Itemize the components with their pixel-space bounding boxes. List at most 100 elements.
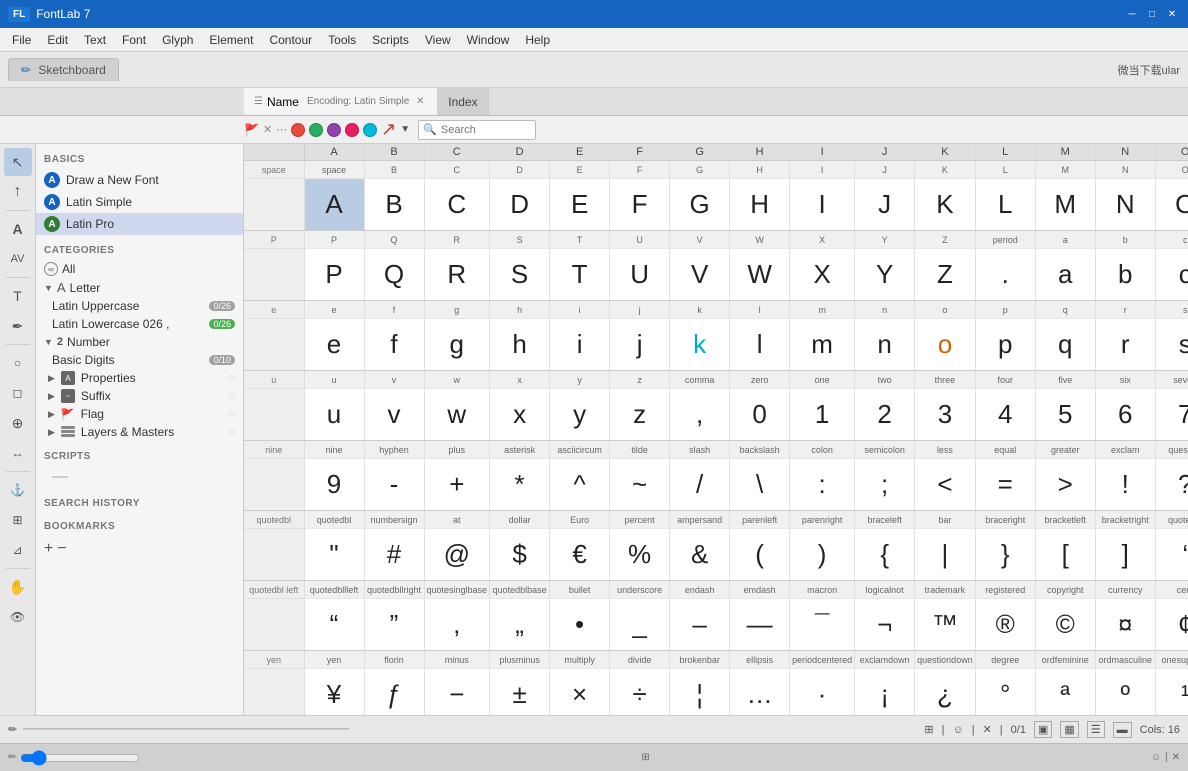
glyph-char-cell-5-9[interactable]: { [855,529,915,581]
glyph-char-cell-3-6[interactable]: , [670,389,730,441]
scroll-slider[interactable] [20,754,140,762]
glyph-char-cell-3-13[interactable]: 6 [1095,389,1155,441]
glyph-char-cell-1-4[interactable]: T [550,249,610,301]
glyph-char-cell-3-0[interactable]: u [304,389,364,441]
glyph-char-cell-1-3[interactable]: S [490,249,550,301]
glyph-char-cell-3-3[interactable]: x [490,389,550,441]
color-arrow-icon[interactable]: ↗ [381,119,396,140]
glyph-char-cell-4-6[interactable]: / [670,459,730,511]
glyph-char-cell-6-5[interactable]: _ [610,599,670,651]
glyph-char-cell-1-11[interactable]: . [975,249,1035,301]
glyph-char-cell-6-1[interactable]: ” [364,599,424,651]
glyph-char-cell-7-14[interactable]: ¹ [1155,669,1188,716]
glyph-char-cell-7-11[interactable]: ° [975,669,1035,716]
glyph-char-cell-1-13[interactable]: b [1095,249,1155,301]
sidebar-add-button[interactable]: + [44,540,53,558]
glyph-char-cell-5-10[interactable]: | [915,529,976,581]
glyph-char-cell-3-8[interactable]: 1 [790,389,855,441]
glyph-char-cell-7-13[interactable]: º [1095,669,1155,716]
tab-name-close[interactable]: ✕ [413,95,427,109]
glyph-char-cell-5-3[interactable]: $ [490,529,550,581]
glyph-char-cell-3-12[interactable]: 5 [1035,389,1095,441]
minimize-button[interactable]: ─ [1124,6,1140,22]
glyph-char-cell-5-6[interactable]: & [670,529,730,581]
glyph-char-cell-4-0[interactable]: 9 [304,459,364,511]
tool-text[interactable]: A [4,215,32,243]
glyph-char-cell-7-7[interactable]: … [730,669,790,716]
tool-circle[interactable]: ○ [4,349,32,377]
tool-corner[interactable]: ⊿ [4,536,32,564]
glyph-char-cell-3-7[interactable]: 0 [730,389,790,441]
glyph-char-cell-2-0[interactable]: e [304,319,364,371]
glyph-char-cell-6-13[interactable]: ¤ [1095,599,1155,651]
glyph-char-cell-1-0[interactable]: P [304,249,364,301]
glyph-char-cell-0-0[interactable]: A [304,179,364,231]
glyph-char-cell-7-9[interactable]: ¡ [855,669,915,716]
tool-hand[interactable]: ✋ [4,573,32,601]
glyph-char-cell-2-11[interactable]: p [975,319,1035,371]
tool-eye[interactable]: 👁 [4,603,32,631]
glyph-char-cell-7-4[interactable]: × [550,669,610,716]
sidebar-remove-button[interactable]: − [57,540,66,558]
glyph-char-cell-4-14[interactable]: ? [1155,459,1188,511]
glyph-char-cell-6-8[interactable]: ¯ [790,599,855,651]
glyph-char-cell-4-2[interactable]: + [424,459,490,511]
glyph-char-cell-1-5[interactable]: U [610,249,670,301]
glyph-char-cell-2-7[interactable]: l [730,319,790,371]
tree-latin-uppercase[interactable]: Latin Uppercase 0/26 [36,297,243,315]
menu-font[interactable]: Font [114,31,154,49]
dropdown-arrow-icon[interactable]: ▼ [400,124,410,135]
glyph-char-cell-7-12[interactable]: ª [1035,669,1095,716]
sidebar-latin-pro[interactable]: A Latin Pro [36,213,243,235]
glyph-char-cell-1-10[interactable]: Z [915,249,976,301]
tool-pointer[interactable]: ↖ [4,148,32,176]
menu-help[interactable]: Help [517,31,558,49]
glyph-char-cell-6-9[interactable]: ¬ [855,599,915,651]
category-letter[interactable]: ▼ A Letter [36,278,243,297]
glyph-char-cell-0-8[interactable]: I [790,179,855,231]
menu-view[interactable]: View [417,31,459,49]
glyph-char-cell-6-4[interactable]: • [550,599,610,651]
glyph-char-cell-5-5[interactable]: % [610,529,670,581]
glyph-char-cell-0-6[interactable]: G [670,179,730,231]
glyph-char-cell-3-5[interactable]: z [610,389,670,441]
glyph-char-cell-7-10[interactable]: ¿ [915,669,976,716]
tab-name[interactable]: ☰ Name Encoding: Latin Simple ✕ [244,88,438,115]
menu-text[interactable]: Text [76,31,114,49]
close-button[interactable]: ✕ [1164,6,1180,22]
tool-eraser[interactable]: ◻ [4,379,32,407]
glyph-char-cell-4-8[interactable]: : [790,459,855,511]
glyph-char-cell-7-6[interactable]: ¦ [670,669,730,716]
glyph-char-cell-3-10[interactable]: 3 [915,389,976,441]
glyph-char-cell-2-9[interactable]: n [855,319,915,371]
glyph-char-cell-0-2[interactable]: C [424,179,490,231]
glyph-char-cell-4-10[interactable]: < [915,459,976,511]
glyph-char-cell-4-7[interactable]: \ [730,459,790,511]
glyph-char-cell-6-11[interactable]: ® [975,599,1035,651]
glyph-char-cell-1-2[interactable]: R [424,249,490,301]
glyph-char-cell-2-4[interactable]: i [550,319,610,371]
glyph-char-cell-3-1[interactable]: v [364,389,424,441]
tool-anchor[interactable]: ⚓ [4,476,32,504]
view-grid-icon[interactable]: ▦ [1060,721,1078,738]
flag-icon[interactable]: 🚩 [244,123,259,137]
glyph-char-cell-6-3[interactable]: „ [490,599,550,651]
glyph-char-cell-2-5[interactable]: j [610,319,670,371]
glyph-char-cell-7-8[interactable]: · [790,669,855,716]
color-dot-purple[interactable] [327,123,341,137]
glyph-char-cell-2-14[interactable]: s [1155,319,1188,371]
color-dot-green[interactable] [309,123,323,137]
glyph-char-cell-2-12[interactable]: q [1035,319,1095,371]
tool-zoom[interactable]: ⊕ [4,409,32,437]
glyph-char-cell-6-6[interactable]: – [670,599,730,651]
flag-close-icon[interactable]: ✕ [263,123,272,136]
glyph-char-cell-4-3[interactable]: * [490,459,550,511]
glyph-char-cell-5-14[interactable]: ‘ [1155,529,1188,581]
menu-scripts[interactable]: Scripts [364,31,417,49]
color-dot-cyan[interactable] [363,123,377,137]
view-list-icon[interactable]: ☰ [1087,721,1105,738]
glyph-char-cell-3-2[interactable]: w [424,389,490,441]
glyph-char-cell-7-2[interactable]: − [424,669,490,716]
glyph-char-cell-5-4[interactable]: € [550,529,610,581]
glyph-char-cell-5-2[interactable]: @ [424,529,490,581]
